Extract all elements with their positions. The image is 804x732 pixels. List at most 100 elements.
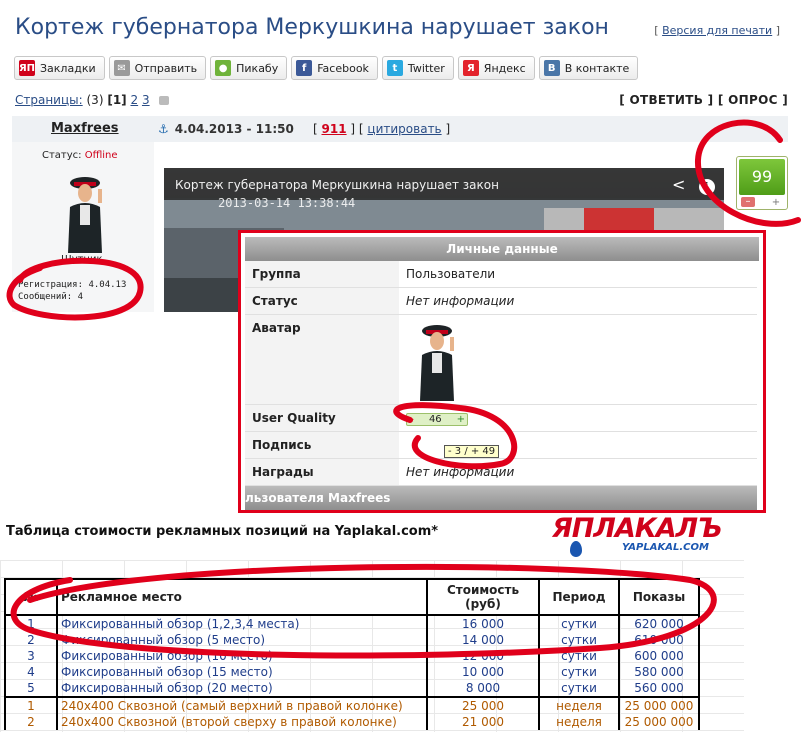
reply-button[interactable]: [ ОТВЕТИТЬ ] <box>619 93 713 107</box>
video-controls: < i <box>672 175 715 195</box>
post-author[interactable]: Maxfrees <box>51 121 119 136</box>
ad-cell-n: 1 <box>4 696 58 714</box>
ad-cell-place: Фиксированный обзор (10 место) <box>56 648 428 664</box>
share-button-label: Отправить <box>134 61 198 75</box>
ad-cell-place: Фиксированный обзор (5 место) <box>56 632 428 648</box>
ad-cell-shows: 560 000 <box>618 680 700 697</box>
anchor-icon[interactable]: ⚓ <box>158 122 169 136</box>
pagination: Страницы: (3) [1] 2 3 <box>15 93 170 107</box>
pikabu-icon: ● <box>215 60 232 76</box>
ad-cell-place: 240х400 Сквозной (второй сверху в правой… <box>56 714 428 730</box>
ad-table-row: 4 Фиксированный обзор (15 место) 10 000 сут… <box>4 664 700 680</box>
quality-tooltip: - 3 / + 49 <box>444 445 500 458</box>
yandex-icon: Я <box>462 60 479 76</box>
facebook-icon: f <box>296 60 313 76</box>
ad-table-row: 5 Фиксированный обзор (20 место) 8 000 сутк… <box>4 680 700 697</box>
share-button-label: В контакте <box>564 61 630 75</box>
post-number-link[interactable]: 911 <box>322 122 347 136</box>
ad-cell-price: 16 000 <box>426 615 540 632</box>
share-button-label: Facebook <box>317 61 369 75</box>
user-quality-value: 46 <box>428 413 442 425</box>
row-value: Пользователи <box>399 261 757 288</box>
pagination-count: (3) <box>86 93 104 107</box>
rating-minus-button[interactable]: – <box>741 197 755 207</box>
row-value <box>399 314 757 405</box>
ad-cell-period: сутки <box>538 632 620 648</box>
ad-table-header: № Рекламное место Стоимость (руб) Период… <box>4 578 700 616</box>
share-button-4[interactable]: t Twitter <box>381 56 454 80</box>
ad-table-row: 1 240х400 Сквозной (самый верхний в право… <box>4 696 700 714</box>
profile-row-awards: Награды Нет информации <box>245 458 757 486</box>
ad-cell-shows: 580 000 <box>618 664 700 680</box>
row-key: Статус <box>245 287 399 315</box>
ad-cell-period: сутки <box>538 664 620 680</box>
profile-row-status: Статус Нет информации <box>245 287 757 315</box>
share-button-3[interactable]: f Facebook <box>291 56 378 80</box>
row-key: Подпись <box>245 431 399 459</box>
pagination-page-2[interactable]: 2 <box>130 93 138 107</box>
info-icon[interactable]: i <box>698 179 715 195</box>
profile-row-avatar: Аватар <box>245 314 757 405</box>
author-avatar[interactable] <box>62 173 108 253</box>
mail-icon: ✉ <box>113 60 130 76</box>
popup-title: Личные данные <box>245 237 759 261</box>
ad-cell-price: 14 000 <box>426 632 540 648</box>
ad-cell-price: 8 000 <box>426 680 540 697</box>
profile-avatar[interactable] <box>406 321 468 401</box>
row-key: Аватар <box>245 314 399 405</box>
yaplakal-logo-sub: YAPLAKAL.COM <box>622 542 709 553</box>
print-version-link[interactable]: Версия для печати <box>662 24 772 37</box>
ad-cell-place: Фиксированный обзор (20 место) <box>56 680 428 697</box>
ad-cell-period: сутки <box>538 648 620 664</box>
profile-row-signature: Подпись <box>245 431 757 459</box>
twitter-icon: t <box>386 60 403 76</box>
ad-cell-shows: 600 000 <box>618 648 700 664</box>
ad-cell-place: Фиксированный обзор (15 место) <box>56 664 428 680</box>
row-key: Награды <box>245 458 399 486</box>
ad-cell-shows: 610 000 <box>618 632 700 648</box>
bracket: [ <box>313 122 318 136</box>
ad-cell-n: 5 <box>4 680 58 697</box>
rating-value: 99 <box>739 159 785 195</box>
author-rank: Шутник <box>61 254 103 265</box>
row-key: Группа <box>245 261 399 288</box>
ad-cell-period: неделя <box>538 696 620 714</box>
post-rating: 99 – + <box>736 156 788 210</box>
sheet-title: Таблица стоимости рекламных позиций на Y… <box>6 524 439 539</box>
share-button-5[interactable]: Я Яндекс <box>457 56 535 80</box>
quote-link[interactable]: цитировать <box>367 122 441 136</box>
share-icon[interactable]: < <box>672 175 685 194</box>
bracket: ] <box>445 122 451 136</box>
pagination-label: Страницы: <box>15 93 83 107</box>
popup-footer: льзователя Maxfrees <box>245 486 757 510</box>
ad-cell-place: 240х400 Сквозной (самый верхний в правой… <box>56 696 428 714</box>
row-value-text: Нет информации <box>406 294 515 308</box>
ad-cell-price: 10 000 <box>426 664 540 680</box>
ad-table-row: 2 Фиксированный обзор (5 место) 14 000 сутк… <box>4 632 700 648</box>
yaplakal-logo: ЯПЛАКАЛЪ <box>552 513 722 544</box>
profile-row-group: Группа Пользователи <box>245 261 757 288</box>
post-actions: [ ОТВЕТИТЬ ] [ ОПРОС ] <box>619 93 788 107</box>
ad-cell-period: неделя <box>538 714 620 730</box>
ad-cell-price: 25 000 <box>426 696 540 714</box>
ad-cell-shows: 25 000 000 <box>618 696 700 714</box>
pagination-menu-icon[interactable] <box>159 96 170 105</box>
video-timestamp: 2013-03-14 13:38:44 <box>218 196 356 210</box>
poll-button[interactable]: [ ОПРОС ] <box>718 93 788 107</box>
share-button-6[interactable]: B В контакте <box>538 56 639 80</box>
ad-cell-period: сутки <box>538 615 620 632</box>
share-button-2[interactable]: ● Пикабу <box>210 56 288 80</box>
rating-plus-button[interactable]: + <box>769 197 783 208</box>
share-button-0[interactable]: ЯП Закладки <box>14 56 105 80</box>
pagination-page-3[interactable]: 3 <box>142 93 150 107</box>
ad-price-table: № Рекламное место Стоимость (руб) Период… <box>4 578 700 730</box>
user-quality-meter[interactable]: –46 + <box>406 412 468 426</box>
row-value-text: Нет информации <box>406 465 515 479</box>
share-button-1[interactable]: ✉ Отправить <box>108 56 207 80</box>
ad-cell-shows: 620 000 <box>618 615 700 632</box>
yandex-bookmark-icon: ЯП <box>19 60 35 76</box>
col-header: № <box>4 578 58 616</box>
video-title[interactable]: Кортеж губернатора Меркушкина нарушает з… <box>175 178 499 192</box>
ad-cell-n: 4 <box>4 664 58 680</box>
vk-icon: B <box>543 60 560 76</box>
